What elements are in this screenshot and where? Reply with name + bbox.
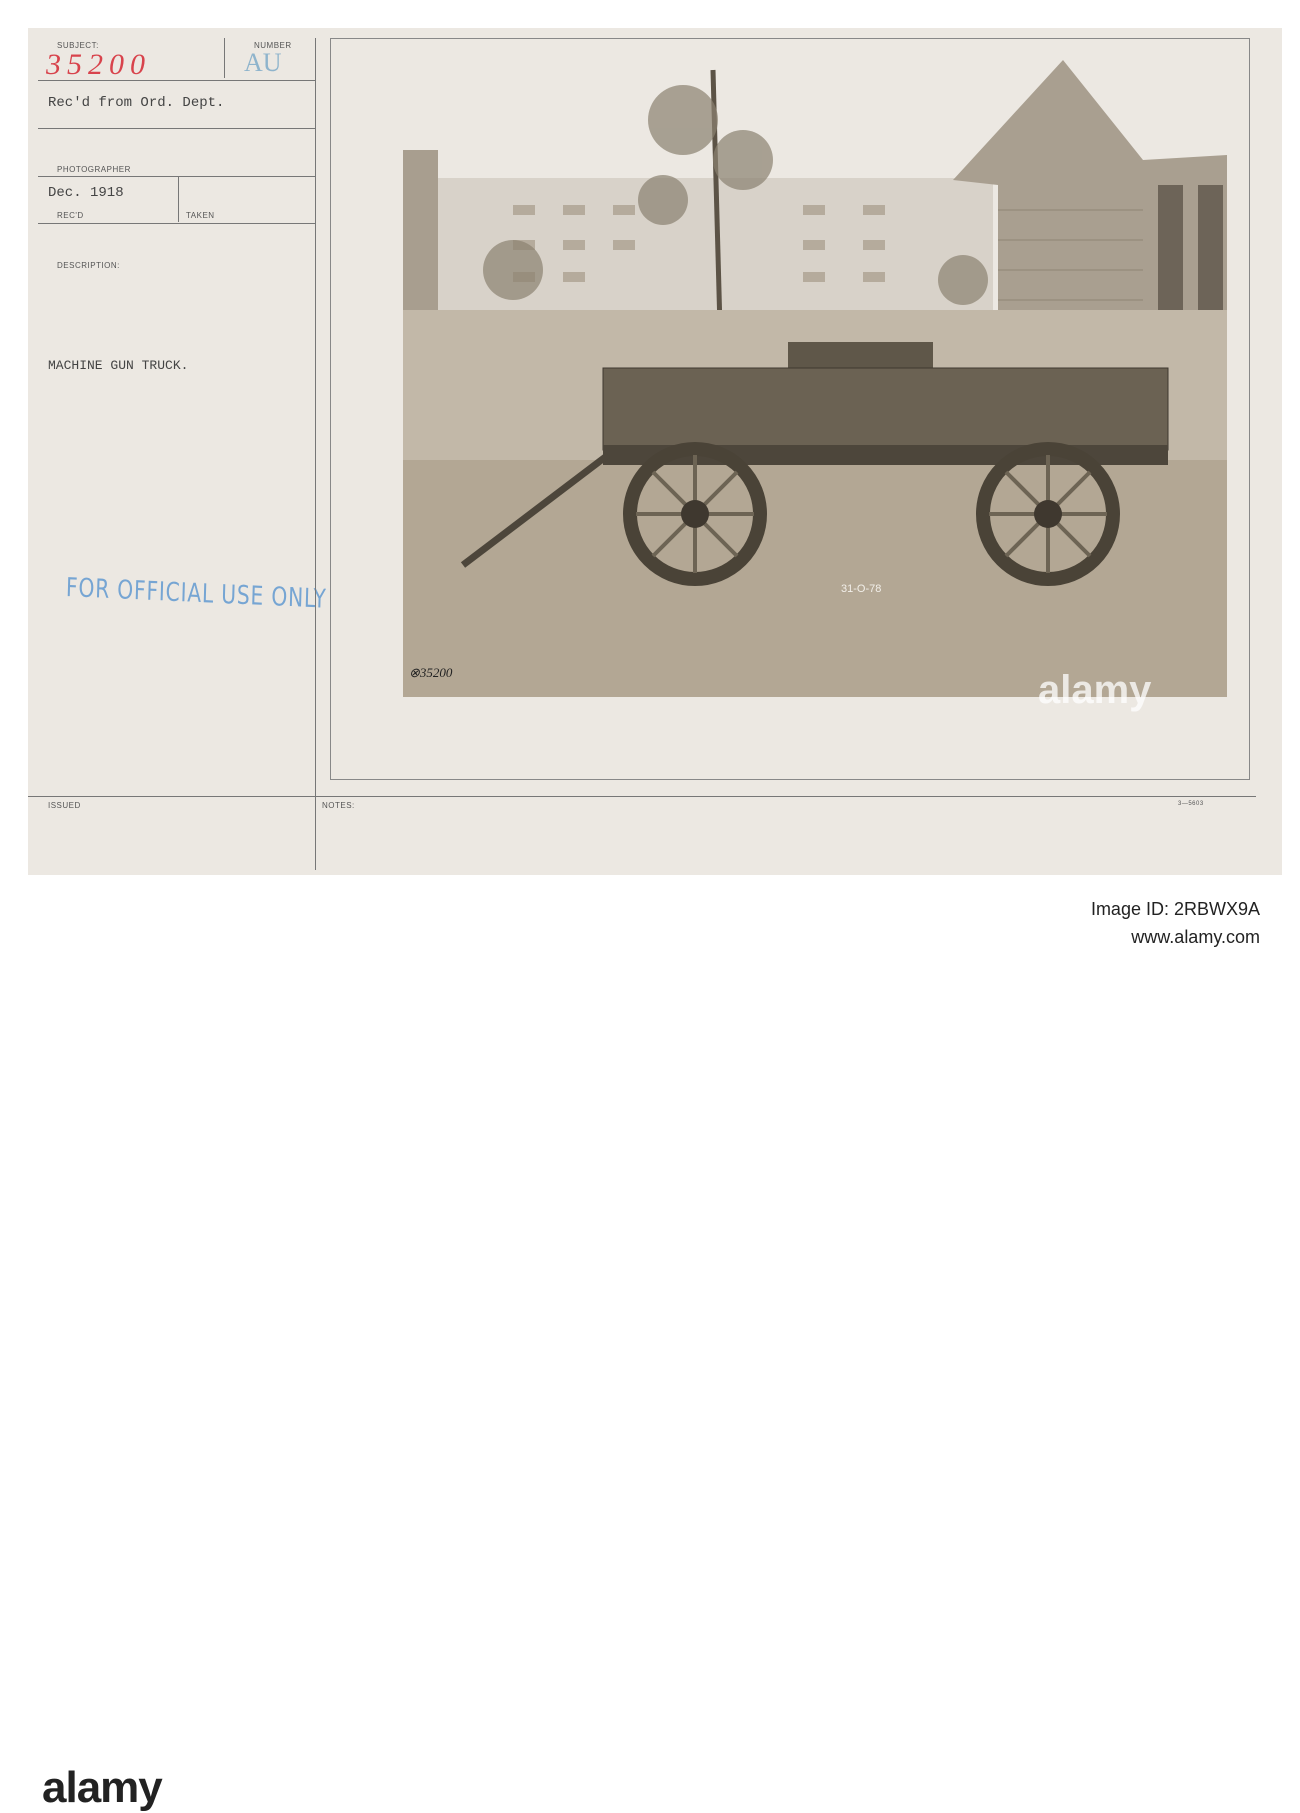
photographer-label: PHOTOGRAPHER xyxy=(57,165,131,174)
received-from: Rec'd from Ord. Dept. xyxy=(48,95,225,111)
plate-marking: 31-O-78 xyxy=(841,583,881,595)
notes-label: NOTES: xyxy=(322,801,355,810)
footer-bar: alamy Image ID: 2RBWX9A www.alamy.com xyxy=(0,875,1300,1812)
image-id: Image ID: 2RBWX9A xyxy=(1090,899,1260,919)
archive-card: SUBJECT: 35200 NUMBER AU Rec'd from Ord.… xyxy=(28,28,1282,875)
description: MACHINE GUN TRUCK. xyxy=(48,358,189,373)
date-received: Dec. 1918 xyxy=(48,185,124,201)
recd-label: REC'D xyxy=(57,211,84,220)
watermark: alamy xyxy=(1038,668,1152,712)
subject-number: 35200 xyxy=(46,48,151,81)
issued-label: ISSUED xyxy=(48,801,81,810)
site-url[interactable]: www.alamy.com xyxy=(1131,927,1260,948)
form-number: 3—5603 xyxy=(1178,801,1204,807)
taken-label: TAKEN xyxy=(186,211,215,220)
photograph-machine-gun-truck: 31-O-78 ⊗35200 xyxy=(403,60,1227,697)
number-value: AU xyxy=(244,48,282,77)
negative-number: ⊗35200 xyxy=(409,665,453,680)
alamy-logo: alamy xyxy=(42,1763,163,1812)
official-use-stamp: FOR OFFICIAL USE ONLY xyxy=(65,573,327,615)
description-label: DESCRIPTION: xyxy=(57,261,120,270)
